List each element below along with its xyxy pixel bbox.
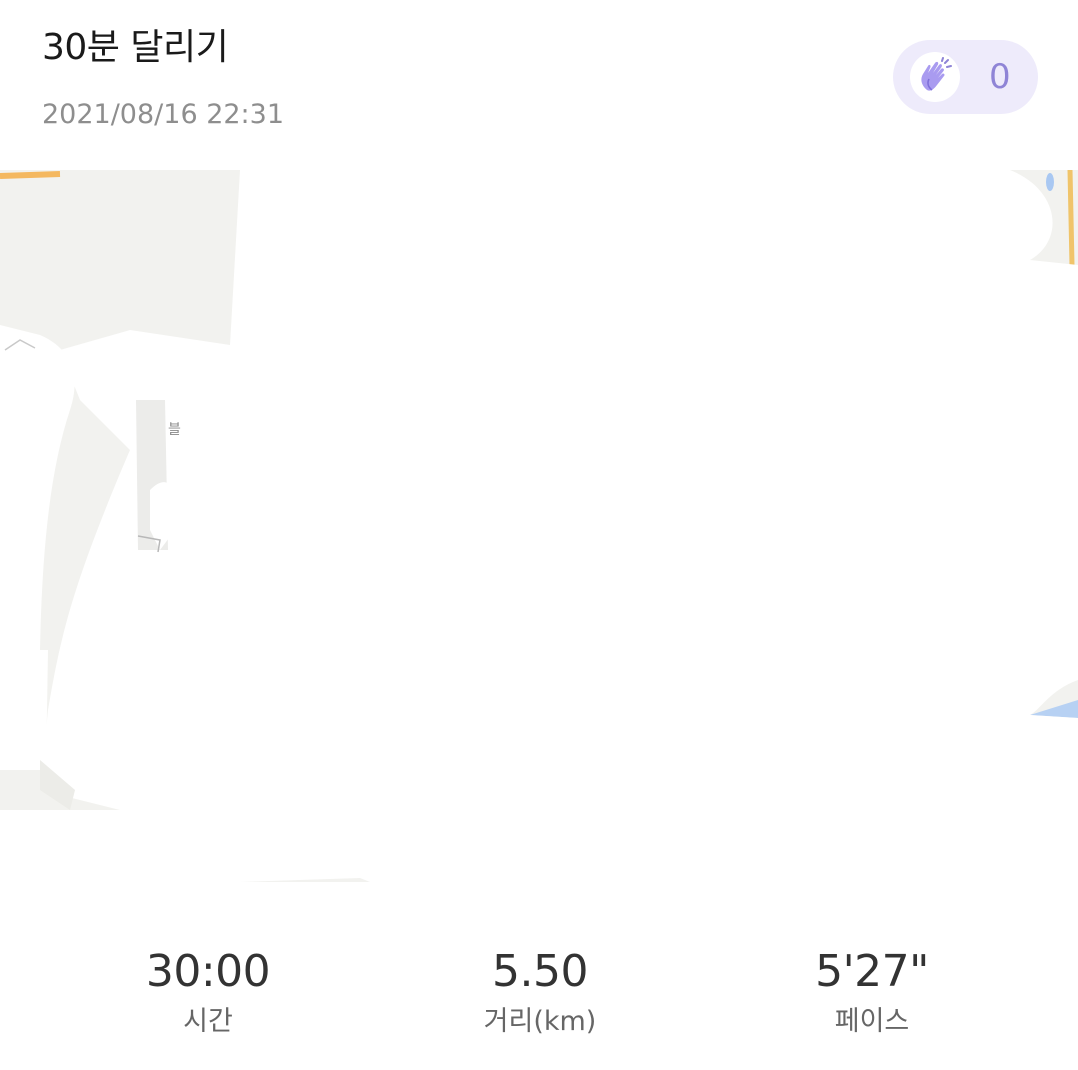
- map-label-fragment: 블: [168, 422, 181, 438]
- stat-distance-value: 5.50: [492, 946, 588, 997]
- run-stats: 30:00 시간 5.50 거리(km) 5'27" 페이스: [0, 940, 1078, 1050]
- stat-distance: 5.50 거리(km): [410, 940, 670, 1042]
- stat-distance-label: 거리(km): [483, 1006, 597, 1037]
- stat-time: 30:00 시간: [78, 940, 338, 1042]
- stat-pace-label: 페이스: [834, 1006, 910, 1037]
- clap-count: 0: [989, 57, 1011, 97]
- stat-time-label: 시간: [183, 1006, 233, 1037]
- clap-icon: [910, 52, 960, 102]
- activity-datetime: 2021/08/16 22:31: [42, 99, 285, 130]
- clap-button[interactable]: 0: [893, 40, 1038, 114]
- stat-pace: 5'27" 페이스: [742, 940, 1002, 1042]
- activity-title: 30분 달리기: [42, 27, 229, 68]
- stat-time-value: 30:00: [145, 946, 271, 997]
- stat-pace-value: 5'27": [815, 946, 929, 997]
- route-map[interactable]: 블: [0, 170, 1078, 882]
